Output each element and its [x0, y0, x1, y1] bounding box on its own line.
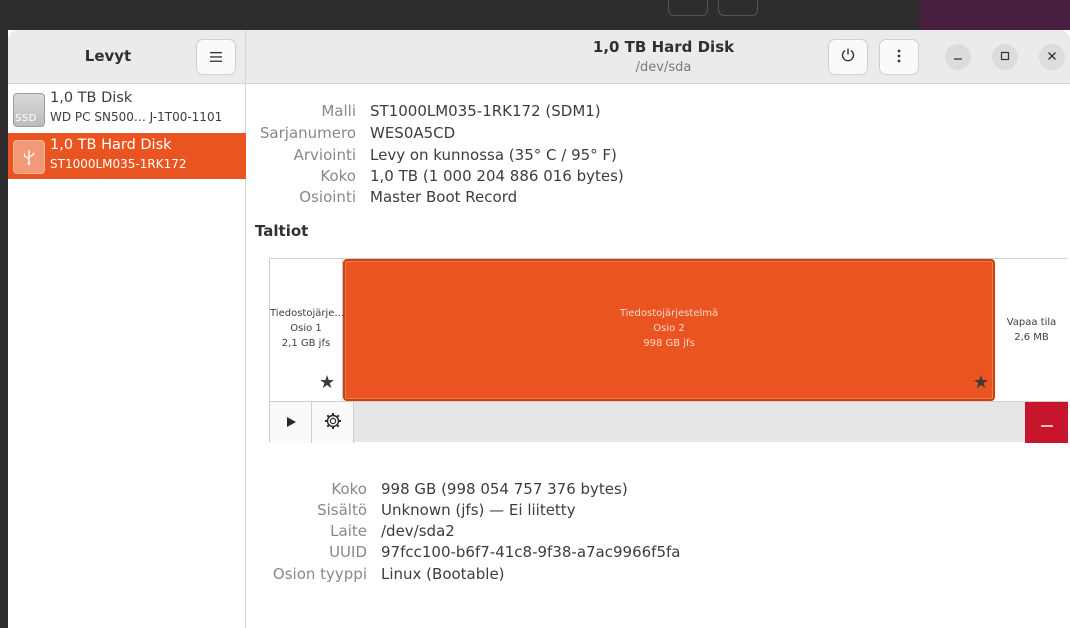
free-space[interactable]: Vapaa tila 2,6 MB — [995, 259, 1068, 401]
ssd-icon: SSD — [13, 93, 45, 127]
volume-map: Tiedostojärje… Osio 1 2,1 GB jfs ★ Tiedo… — [269, 258, 1068, 443]
maximize-button[interactable] — [992, 44, 1018, 70]
partition-2-selected[interactable]: Tiedostojärjestelmä Osio 2 998 GB jfs ★ — [343, 259, 995, 401]
delete-partition-button[interactable] — [1025, 402, 1068, 443]
partition-size: 998 GB jfs — [643, 338, 695, 349]
minimize-icon — [953, 50, 963, 65]
partition-size: 2,1 GB jfs — [281, 338, 331, 349]
close-icon — [1047, 50, 1057, 65]
star-icon: ★ — [319, 372, 336, 393]
drive-model: ST1000LM035-1RK172 — [50, 157, 187, 171]
partition-label: Tiedostojärje… — [270, 308, 345, 319]
header-bar: 1,0 TB Hard Disk /dev/sda — [246, 30, 1070, 84]
mount-button[interactable] — [270, 402, 312, 443]
partition-number: Osio 2 — [653, 323, 685, 334]
drive-list: SSD 1,0 TB Disk WD PC SN500… J-1T00-1101… — [8, 84, 246, 628]
usb-drive-icon — [13, 140, 45, 174]
drive-name: 1,0 TB Disk — [50, 90, 133, 106]
partition-settings-button[interactable] — [312, 402, 354, 443]
background-window-button — [718, 0, 758, 16]
star-icon: ★ — [972, 372, 989, 393]
hamburger-icon — [209, 48, 223, 67]
minus-icon — [1040, 412, 1053, 433]
minimize-button[interactable] — [945, 44, 971, 70]
volumes-heading: Taltiot — [255, 222, 309, 240]
play-icon — [285, 414, 297, 432]
gear-icon — [324, 412, 342, 434]
desktop-background — [920, 0, 1070, 30]
drive-name: 1,0 TB Hard Disk — [50, 137, 172, 153]
sidebar-header: Levyt — [8, 30, 246, 84]
power-off-button[interactable] — [828, 39, 868, 75]
desktop-edge — [0, 30, 8, 628]
menu-button[interactable] — [196, 39, 236, 75]
drive-item-ssd[interactable]: SSD 1,0 TB Disk WD PC SN500… J-1T00-1101 — [8, 86, 246, 132]
partition-1[interactable]: Tiedostojärje… Osio 1 2,1 GB jfs ★ — [270, 259, 345, 401]
drive-model: WD PC SN500… J-1T00-1101 — [50, 110, 223, 124]
drive-item-hdd[interactable]: 1,0 TB Hard Disk ST1000LM035-1RK172 — [8, 133, 246, 179]
sidebar-title: Levyt — [84, 47, 132, 65]
partition-label: Tiedostojärjestelmä — [619, 308, 719, 319]
disks-window: Levyt 1,0 TB Hard Disk /dev/sda SSD 1,0 … — [8, 30, 1070, 628]
drive-details: Malli ST1000LM035-1RK172 (SDM1) Sarjanum… — [246, 84, 1070, 628]
close-button[interactable] — [1039, 44, 1065, 70]
vertical-dots-icon — [897, 48, 901, 67]
free-space-size: 2,6 MB — [1014, 332, 1049, 343]
volume-toolbar — [270, 401, 1068, 443]
partition-number: Osio 1 — [290, 323, 322, 334]
desktop-top-bar — [0, 0, 1070, 30]
maximize-icon — [1000, 50, 1010, 65]
power-icon — [840, 47, 856, 67]
free-space-label: Vapaa tila — [1006, 317, 1057, 328]
background-window-button — [668, 0, 708, 16]
drive-menu-button[interactable] — [879, 39, 919, 75]
